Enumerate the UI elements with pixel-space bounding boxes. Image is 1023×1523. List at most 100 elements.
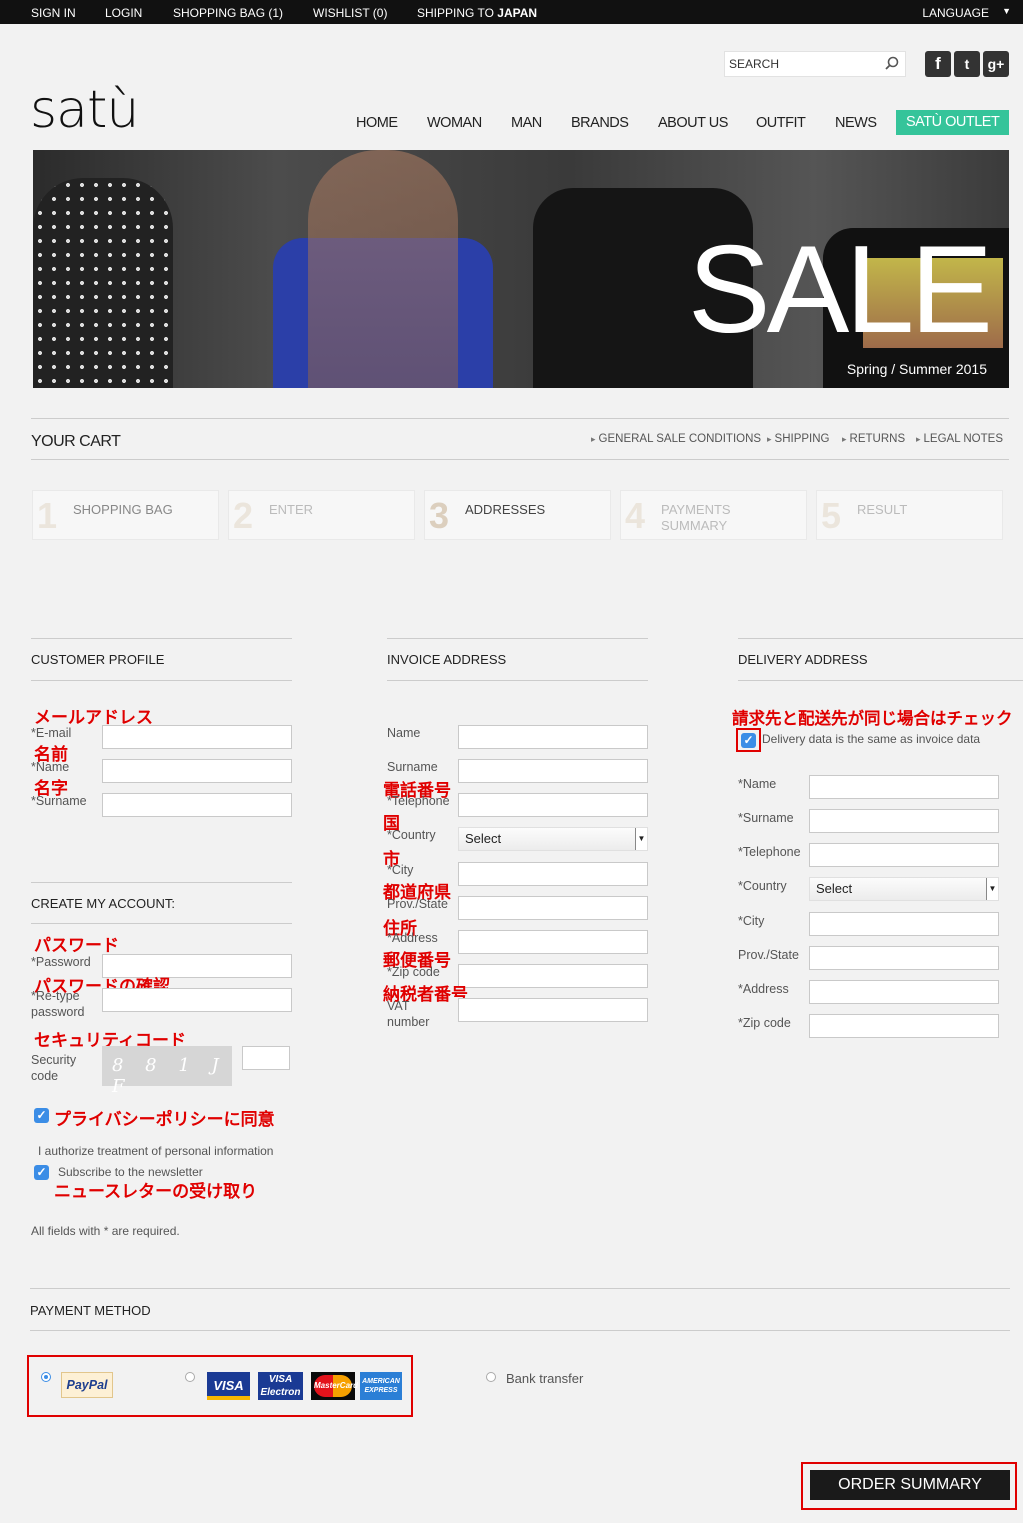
cart-title: YOUR CART: [31, 433, 121, 450]
sale-banner[interactable]: SALE Spring / Summer 2015: [33, 150, 1009, 388]
invoice-zip-input[interactable]: [458, 964, 648, 988]
shopping-bag-link[interactable]: SHOPPING BAG (1): [173, 6, 283, 20]
nav-brands[interactable]: BRANDS: [571, 115, 629, 131]
step-number: 2: [233, 495, 254, 536]
privacy-text: I authorize treatment of personal inform…: [38, 1144, 274, 1158]
retype-label-line2: password: [31, 1005, 85, 1019]
nav-news[interactable]: NEWS: [835, 115, 877, 131]
divider: [31, 638, 292, 639]
annotation-password: パスワード: [34, 936, 119, 955]
bank-transfer-label: Bank transfer: [506, 1371, 584, 1386]
invoice-vat-input[interactable]: [458, 998, 648, 1022]
security-label-line2: code: [31, 1069, 59, 1083]
link-returns[interactable]: RETURNS: [842, 433, 906, 445]
surname-input[interactable]: [102, 793, 292, 817]
link-general-sale-conditions[interactable]: GENERAL SALE CONDITIONS: [591, 433, 762, 445]
nav-home[interactable]: HOME: [356, 115, 398, 131]
invoice-name-label: Name: [387, 726, 421, 740]
paypal-label: PayPal: [66, 1378, 108, 1392]
delivery-telephone-input[interactable]: [809, 843, 999, 867]
language-dropdown-icon[interactable]: ▼: [1002, 6, 1011, 16]
invoice-telephone-input[interactable]: [458, 793, 648, 817]
newsletter-checkbox[interactable]: ✓: [34, 1165, 49, 1180]
twitter-icon[interactable]: t: [954, 51, 980, 77]
invoice-city-input[interactable]: [458, 862, 648, 886]
invoice-prov-label: Prov./State: [387, 897, 448, 911]
nav-satu-outlet[interactable]: SATÙ OUTLET: [896, 110, 1010, 135]
invoice-address-label: *Address: [387, 931, 438, 945]
name-label: *Name: [31, 760, 70, 774]
delivery-prov-input[interactable]: [809, 946, 999, 970]
divider: [738, 680, 1023, 681]
bank-transfer-radio[interactable]: [486, 1372, 496, 1382]
visa-electron-card-icon: VISA Electron: [258, 1372, 303, 1400]
delivery-name-label: *Name: [738, 777, 777, 791]
sign-in-link[interactable]: SIGN IN: [31, 6, 76, 20]
step-label: ADDRESSES: [465, 502, 546, 517]
step-number: 3: [429, 495, 450, 536]
login-link[interactable]: LOGIN: [105, 6, 142, 20]
order-summary-button[interactable]: ORDER SUMMARY: [810, 1470, 1010, 1500]
nav-about-us[interactable]: ABOUT US: [658, 115, 728, 131]
nav-woman[interactable]: WOMAN: [427, 115, 482, 131]
paypal-logo[interactable]: PayPal: [61, 1372, 113, 1398]
delivery-surname-input[interactable]: [809, 809, 999, 833]
banner-model-1: [33, 178, 173, 388]
shipping-to-link[interactable]: SHIPPING TO JAPAN: [417, 6, 537, 20]
required-note: All fields with * are required.: [31, 1224, 180, 1238]
invoice-country-select[interactable]: Select ▼: [458, 827, 648, 851]
delivery-name-input[interactable]: [809, 775, 999, 799]
step-result: 5 RESULT: [816, 490, 1003, 540]
step-shopping-bag: 1 SHOPPING BAG: [32, 490, 219, 540]
delivery-city-input[interactable]: [809, 912, 999, 936]
same-address-checkbox[interactable]: ✓: [741, 733, 756, 748]
invoice-prov-input[interactable]: [458, 896, 648, 920]
divider: [387, 680, 648, 681]
search-input[interactable]: [725, 52, 875, 76]
retype-label: *Re-type password: [31, 988, 85, 1020]
step-addresses: 3 ADDRESSES: [424, 490, 611, 540]
invoice-address-title: INVOICE ADDRESS: [387, 652, 507, 667]
name-input[interactable]: [102, 759, 292, 783]
delivery-city-label: *City: [738, 914, 765, 928]
invoice-address-input[interactable]: [458, 930, 648, 954]
delivery-address-title: DELIVERY ADDRESS: [738, 652, 868, 667]
google-plus-icon[interactable]: g+: [983, 51, 1009, 77]
privacy-checkbox[interactable]: ✓: [34, 1108, 49, 1123]
sale-title: SALE: [687, 221, 993, 359]
delivery-zip-label: *Zip code: [738, 1016, 791, 1030]
invoice-name-input[interactable]: [458, 725, 648, 749]
language-selector[interactable]: LANGUAGE: [922, 6, 989, 20]
facebook-icon[interactable]: f: [925, 51, 951, 77]
divider: [30, 1330, 1010, 1331]
delivery-country-select[interactable]: Select ▼: [809, 877, 999, 901]
search-icon[interactable]: [885, 56, 899, 70]
delivery-prov-label: Prov./State: [738, 948, 799, 962]
search-box: [724, 51, 906, 77]
link-legal-notes[interactable]: LEGAL NOTES: [916, 433, 1003, 445]
invoice-surname-input[interactable]: [458, 759, 648, 783]
nav-man[interactable]: MAN: [511, 115, 542, 131]
divider: [31, 418, 1009, 419]
delivery-zip-input[interactable]: [809, 1014, 999, 1038]
step-number: 1: [37, 495, 58, 536]
step-label: PAYMENTS SUMMARY: [661, 502, 731, 533]
divider: [738, 638, 1023, 639]
email-input[interactable]: [102, 725, 292, 749]
invoice-country-label: *Country: [387, 828, 436, 842]
nav-outfit[interactable]: OUTFIT: [756, 115, 806, 131]
divider: [31, 923, 292, 924]
link-shipping[interactable]: SHIPPING: [767, 433, 830, 445]
satu-logo[interactable]: satù: [30, 80, 139, 140]
delivery-telephone-label: *Telephone: [738, 845, 801, 859]
security-code-input[interactable]: [242, 1046, 290, 1070]
mastercard-label: MasterCard: [314, 1375, 358, 1397]
wishlist-link[interactable]: WISHLIST (0): [313, 6, 387, 20]
delivery-address-label: *Address: [738, 982, 789, 996]
paypal-radio[interactable]: [41, 1372, 51, 1382]
card-radio[interactable]: [185, 1372, 195, 1382]
delivery-address-input[interactable]: [809, 980, 999, 1004]
divider: [31, 459, 1009, 460]
retype-password-input[interactable]: [102, 988, 292, 1012]
amex-card-icon: AMERICAN EXPRESS: [360, 1372, 402, 1400]
